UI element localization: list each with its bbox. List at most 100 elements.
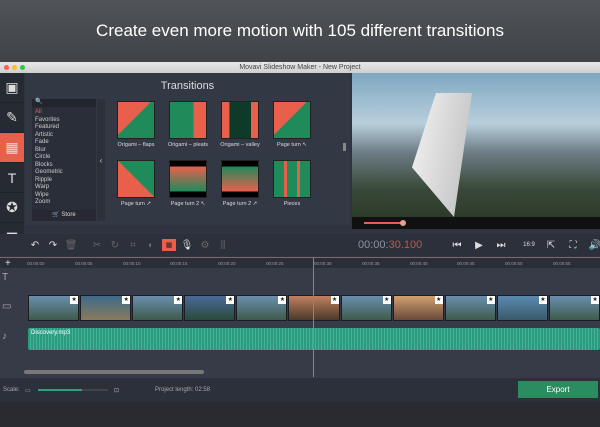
cut-icon[interactable]: ✂ [88,236,106,254]
preview-seek-bar[interactable] [352,217,600,229]
video-clip[interactable] [236,295,288,321]
color-adjust-icon[interactable]: ◐ [142,236,160,254]
aspect-ratio-button[interactable]: 16:9 [520,236,538,254]
page-curl-effect [412,93,472,217]
transition-tile[interactable]: Page turn 2 ↗ [214,160,266,215]
zoom-button[interactable] [20,65,25,70]
transition-thumbnail [169,101,207,139]
skip-forward-icon[interactable]: ⏭ [492,236,510,254]
video-clip[interactable] [132,295,184,321]
ruler-tick: 00:00:10 [123,261,141,266]
search-input[interactable]: 🔍 [32,99,96,107]
transition-tile[interactable]: Pieces [266,160,318,215]
video-clip[interactable] [496,295,548,321]
video-track[interactable] [28,295,600,321]
seek-handle[interactable] [400,220,406,226]
transition-tile[interactable]: Origami – flaps [110,101,162,156]
category-item[interactable]: Wipe [35,192,93,200]
transition-tile[interactable]: Origami – valley [214,101,266,156]
undo-icon[interactable]: ↶ [26,236,44,254]
playhead[interactable] [313,257,314,377]
store-button[interactable]: 🛒 Store [32,210,96,221]
timeline-scrollbar[interactable] [24,370,204,374]
transition-tile[interactable]: Origami – pleats [162,101,214,156]
zoom-out-icon[interactable]: ▭ [25,387,31,394]
promo-banner: Create even more motion with 105 differe… [0,0,600,62]
video-clip[interactable] [28,295,80,321]
sticker-icon[interactable]: ✪ [0,193,24,223]
edit-toolbar: ↶ ↷ 🗑 ✂ ↻ ⌗ ◐ ▦ 🎙 ⚙ ⫼ 00:00:30.100 ⏮ ▶ ⏭ 1… [0,234,600,256]
volume-icon[interactable]: 🔊 [586,236,600,254]
panel-scrollbar[interactable] [343,143,346,151]
transition-tile[interactable]: Page turn 2 ↖ [162,160,214,215]
close-button[interactable] [4,65,9,70]
video-clip[interactable] [392,295,444,321]
window-title: Movavi Slideshow Maker - New Project [239,64,361,71]
settings-icon[interactable]: ⚙ [196,236,214,254]
scale-label: Scale: [3,387,20,393]
video-clip[interactable] [340,295,392,321]
skip-back-icon[interactable]: ⏮ [448,236,466,254]
ruler-tick: 00:00:55 [553,261,571,266]
transition-tile[interactable]: Page turn ↗ [110,160,162,215]
category-list: 🔍 All Favorites Featured Artistic Fade B… [32,99,96,221]
transition-thumbnail [221,101,259,139]
scale-slider[interactable] [38,389,108,391]
video-clip[interactable] [80,295,132,321]
ruler-tick: 00:00:35 [362,261,380,266]
category-item[interactable]: Artistic [35,132,93,140]
crop-icon[interactable]: ⌗ [124,236,142,254]
ruler-tick: 00:00:05 [75,261,93,266]
category-item[interactable]: All [35,109,93,117]
timeline-ruler[interactable]: + 00:00:00 00:00:05 00:00:10 00:00:15 00… [0,257,600,269]
export-button[interactable]: Export [518,381,598,398]
project-length: Project length: 02:58 [155,387,211,393]
category-item[interactable]: Circle [35,154,93,162]
delete-icon[interactable]: 🗑 [62,236,80,254]
title-bar: Movavi Slideshow Maker - New Project [0,62,600,73]
ruler-tick: 00:00:00 [27,261,45,266]
audio-clip-name: Discovery.mp3 [31,330,71,336]
redo-icon[interactable]: ↷ [44,236,62,254]
zoom-in-icon[interactable]: ⊡ [114,387,119,394]
transitions-icon[interactable]: ▦ [0,133,24,163]
audio-clip[interactable]: Discovery.mp3 [28,328,600,350]
transition-thumbnail [273,101,311,139]
play-icon[interactable]: ▶ [470,236,488,254]
video-clip[interactable] [548,295,600,321]
ruler-tick: 00:00:45 [457,261,475,266]
transitions-panel: Transitions 🔍 All Favorites Featured Art… [25,73,350,225]
category-item[interactable]: Featured [35,124,93,132]
ruler-tick: 00:00:15 [170,261,188,266]
transition-wizard-icon[interactable]: ▦ [162,239,176,251]
text-track-icon: T [2,272,9,283]
video-clip[interactable] [444,295,496,321]
import-media-icon[interactable]: ▣ [0,73,24,103]
rotate-icon[interactable]: ↻ [106,236,124,254]
magic-wand-icon[interactable]: ✎ [0,103,24,133]
panel-title: Transitions [160,80,215,92]
category-item[interactable]: Warp [35,184,93,192]
headline: Create even more motion with 105 differe… [96,21,504,40]
video-clip[interactable] [184,295,236,321]
video-track-icon: ▭ [2,301,12,312]
detach-preview-icon[interactable]: ⇱ [542,236,560,254]
category-item[interactable]: Zoom [35,199,93,207]
fullscreen-icon[interactable]: ⛶ [564,236,582,254]
collapse-chevron-icon[interactable]: ‹ [97,99,105,221]
category-item[interactable]: Favorites [35,117,93,125]
category-item[interactable]: Blur [35,147,93,155]
minimize-button[interactable] [12,65,17,70]
store-label: Store [61,212,76,218]
category-item[interactable]: Fade [35,139,93,147]
equalizer-icon[interactable]: ⫼ [214,236,232,254]
category-item[interactable]: Blocks [35,162,93,170]
category-item[interactable]: Ripple [35,177,93,185]
ruler-tick: 00:00:25 [266,261,284,266]
video-clip[interactable] [288,295,340,321]
category-item[interactable]: Geometric [35,169,93,177]
transition-tile[interactable]: Page turn ↖ [266,101,318,156]
microphone-icon[interactable]: 🎙 [178,236,196,254]
app-window: Movavi Slideshow Maker - New Project ▣ ✎… [0,62,600,402]
text-icon[interactable]: T [0,163,24,193]
